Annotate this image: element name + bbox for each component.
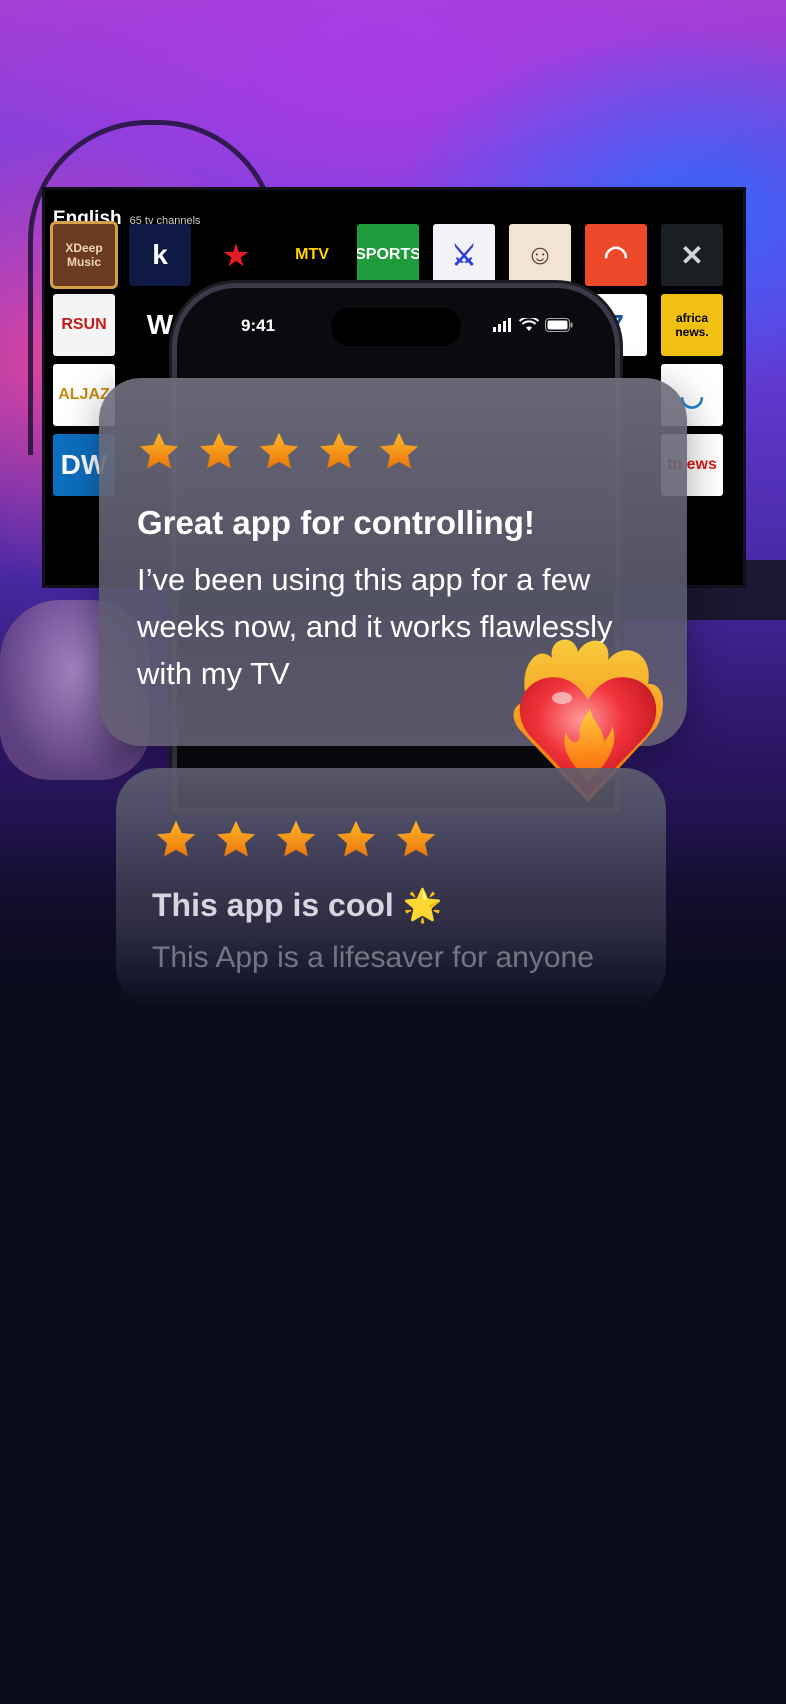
dynamic-island	[331, 308, 461, 346]
status-time: 9:41	[241, 316, 276, 335]
channel-tile-label: ⚔	[451, 239, 477, 271]
channel-tile[interactable]: ★	[205, 224, 267, 286]
review-card: This app is cool 🌟 This App is a lifesav…	[116, 768, 666, 1008]
channel-tile-label: XDeep Music	[65, 241, 103, 269]
star-icon	[257, 430, 301, 474]
review-title: Great app for controlling!	[137, 504, 535, 541]
channel-tile-label: k	[152, 239, 168, 270]
channel-tile[interactable]: XDeep Music	[50, 221, 118, 289]
channel-tile[interactable]: k	[129, 224, 191, 286]
channel-tile-label: ✕	[680, 239, 704, 271]
channel-tile[interactable]: ⚔	[433, 224, 495, 286]
channel-tile-label: RSUN	[61, 316, 107, 333]
channel-tile-label: ◠	[603, 239, 629, 271]
channel-tile-label: SPORTS	[357, 246, 419, 263]
channel-tile[interactable]: ✕	[661, 224, 723, 286]
channel-tile-label: MTV	[295, 246, 329, 263]
star-rating	[154, 818, 438, 862]
wifi-icon	[519, 318, 539, 331]
battery-icon	[545, 318, 573, 332]
star-rating	[137, 430, 421, 474]
star-icon	[274, 818, 318, 862]
review-body: This App is a lifesaver for anyone	[152, 941, 594, 974]
cellular-signal-icon	[493, 318, 511, 332]
star-icon	[137, 430, 181, 474]
star-icon	[317, 430, 361, 474]
review-title: This app is cool 🌟	[152, 887, 443, 923]
channel-tile-label: ★	[223, 239, 249, 271]
channel-tile[interactable]: africa news.	[661, 294, 723, 356]
star-icon	[334, 818, 378, 862]
star-icon	[377, 430, 421, 474]
star-icon	[394, 818, 438, 862]
star-icon	[154, 818, 198, 862]
status-icons	[493, 318, 573, 332]
channel-tile-label: W	[146, 309, 174, 340]
channel-tile-label: ☺	[525, 239, 555, 270]
channel-tile[interactable]: ☺	[509, 224, 571, 286]
channel-tile[interactable]: ◠	[585, 224, 647, 286]
channel-tile-label: africa news.	[675, 311, 709, 339]
channel-tile[interactable]: MTV	[281, 224, 343, 286]
channel-tile[interactable]: SPORTS	[357, 224, 419, 286]
star-icon	[214, 818, 258, 862]
channel-tile[interactable]: RSUN	[53, 294, 115, 356]
star-icon	[197, 430, 241, 474]
